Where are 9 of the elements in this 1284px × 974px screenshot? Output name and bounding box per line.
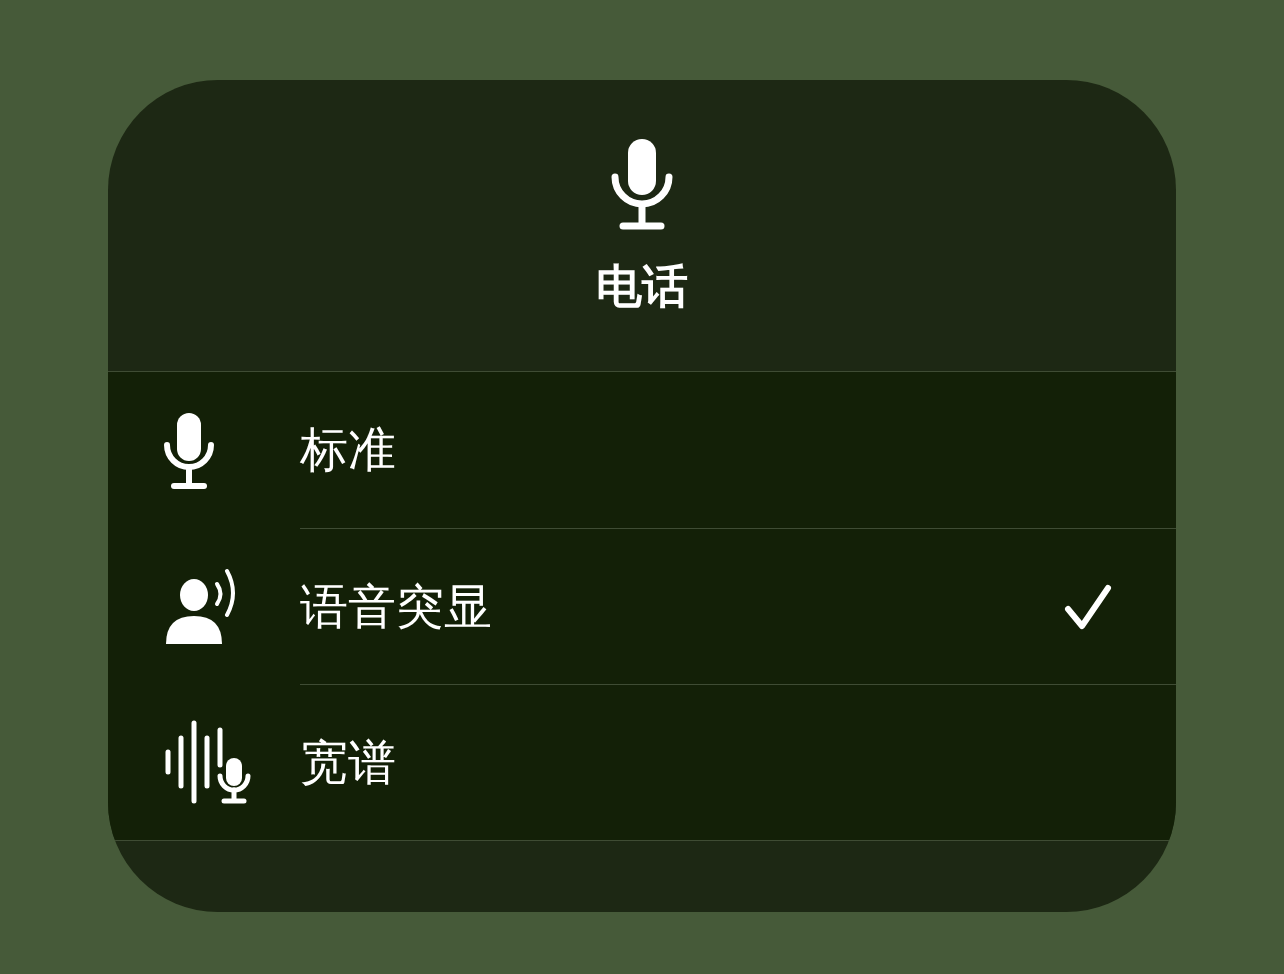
option-label: 标准 bbox=[300, 422, 397, 478]
panel-title: 电话 bbox=[596, 263, 688, 309]
menu-option[interactable]: 标准 bbox=[108, 372, 1176, 528]
waveform-microphone-icon bbox=[164, 720, 252, 804]
option-label: 宽谱 bbox=[300, 734, 397, 791]
microphone-icon bbox=[164, 410, 214, 490]
menu-option[interactable]: 语音突显 bbox=[108, 528, 1176, 684]
option-label: 语音突显 bbox=[300, 578, 493, 635]
menu-option[interactable]: 宽谱 bbox=[108, 684, 1176, 840]
